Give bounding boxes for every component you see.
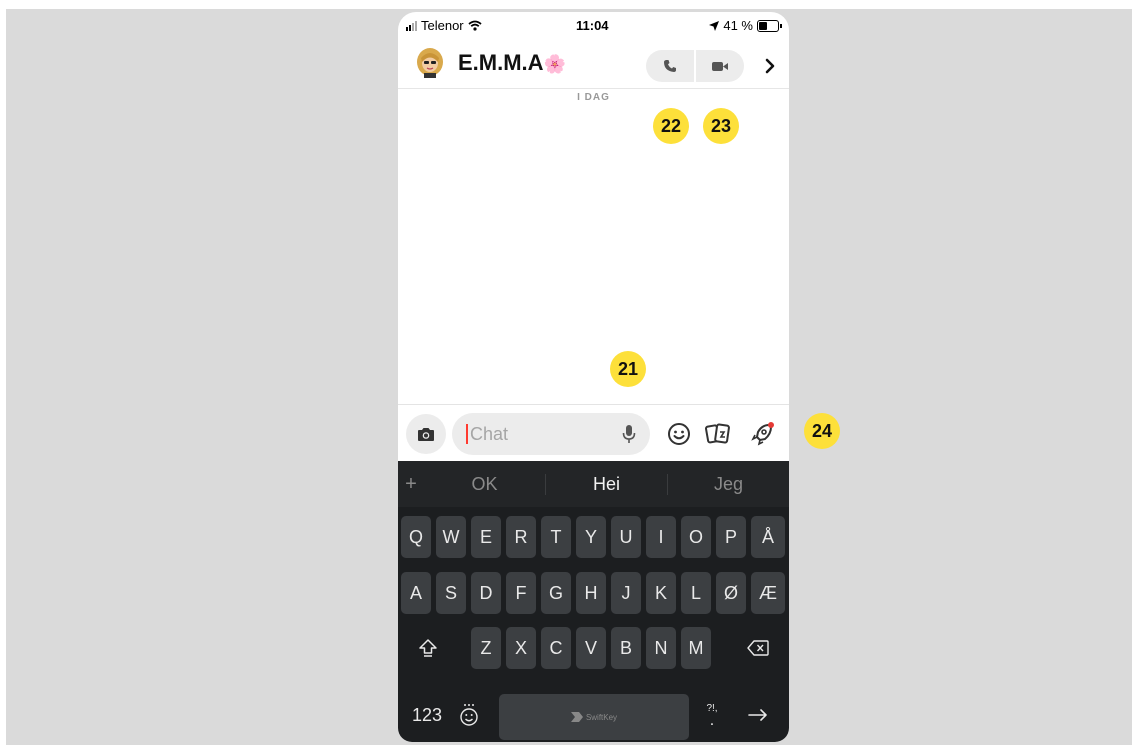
profile-chevron-button[interactable] [758, 52, 782, 80]
key[interactable]: V [576, 627, 606, 669]
chat-header: E.M.M.A🌸 [398, 42, 789, 89]
suggestion-3[interactable]: Jeg [668, 474, 789, 495]
key[interactable]: Ø [716, 572, 746, 614]
games-button[interactable] [748, 420, 776, 448]
suggestion-2[interactable]: Hei [545, 473, 668, 495]
contact-name-text: E.M.M.A [458, 50, 544, 75]
key[interactable]: U [611, 516, 641, 558]
backspace-icon [747, 640, 769, 656]
contact-name[interactable]: E.M.M.A🌸 [458, 50, 566, 76]
marker-21: 21 [610, 351, 646, 387]
backspace-key[interactable] [736, 627, 780, 669]
battery-icon [757, 19, 782, 32]
key[interactable]: O [681, 516, 711, 558]
key[interactable]: W [436, 516, 466, 558]
emoji-key-icon [460, 704, 478, 726]
numbers-key[interactable]: 123 [406, 694, 448, 736]
key[interactable]: S [436, 572, 466, 614]
date-divider: I DAG [577, 92, 610, 103]
swiftkey-brand: SwiftKey [570, 712, 618, 722]
space-key[interactable]: SwiftKey [499, 694, 689, 740]
key[interactable]: Q [401, 516, 431, 558]
phone-icon [664, 60, 676, 72]
key[interactable]: A [401, 572, 431, 614]
signal-icon [406, 20, 417, 31]
microphone-icon[interactable] [622, 424, 636, 444]
marker-23: 23 [703, 108, 739, 144]
camera-button[interactable] [406, 414, 446, 454]
text-caret [466, 424, 468, 444]
key[interactable]: R [506, 516, 536, 558]
video-call-button[interactable] [694, 50, 744, 82]
key[interactable]: Æ [751, 572, 785, 614]
call-buttons [646, 50, 744, 82]
cards-icon [705, 423, 730, 444]
key-row-3: Z X C V B N M [398, 627, 789, 671]
smiley-icon [668, 423, 690, 445]
marker-22: 22 [653, 108, 689, 144]
key[interactable]: B [611, 627, 641, 669]
keyboard: + OK Hei Jeg Q W E R T Y U I O P Å A S D… [398, 461, 789, 742]
key[interactable]: C [541, 627, 571, 669]
key[interactable]: P [716, 516, 746, 558]
carrier-info: Telenor [406, 18, 482, 33]
key[interactable]: M [681, 627, 711, 669]
swiftkey-logo-icon [570, 712, 583, 722]
suggestion-1[interactable]: OK [424, 474, 545, 495]
wifi-icon [468, 20, 482, 31]
swiftkey-label: SwiftKey [585, 712, 618, 722]
marker-24: 24 [804, 413, 840, 449]
key[interactable]: X [506, 627, 536, 669]
location-arrow-icon [709, 20, 720, 31]
voice-call-button[interactable] [646, 50, 694, 82]
chat-input[interactable] [470, 413, 610, 455]
chat-field[interactable] [452, 413, 650, 455]
battery-percent: 41 % [723, 18, 753, 33]
status-right: 41 % [709, 18, 782, 33]
emoji-key[interactable] [454, 694, 484, 736]
key-row-4: 123 SwiftKey ?!, . [398, 694, 789, 740]
chevron-right-icon [765, 58, 775, 74]
key[interactable]: Z [471, 627, 501, 669]
key[interactable]: Y [576, 516, 606, 558]
carrier-name: Telenor [421, 18, 464, 33]
chat-input-bar [398, 404, 789, 462]
key[interactable]: T [541, 516, 571, 558]
key-row-2: A S D F G H J K L Ø Æ [398, 572, 789, 616]
punctuation-main: . [709, 712, 715, 729]
shift-icon [419, 639, 437, 657]
key[interactable]: G [541, 572, 571, 614]
cards-button[interactable] [704, 420, 732, 448]
key[interactable]: N [646, 627, 676, 669]
punctuation-key[interactable]: ?!, . [698, 694, 726, 736]
camera-icon [418, 427, 434, 441]
flower-emoji: 🌸 [543, 54, 566, 74]
key[interactable]: K [646, 572, 676, 614]
shift-key[interactable] [406, 627, 450, 669]
rocket-icon [751, 422, 774, 446]
emoji-button[interactable] [665, 420, 693, 448]
key[interactable]: E [471, 516, 501, 558]
suggestion-plus-button[interactable]: + [398, 473, 424, 496]
return-arrow-icon [748, 709, 767, 721]
video-icon [712, 61, 728, 71]
avatar[interactable] [416, 48, 444, 78]
suggestion-bar: + OK Hei Jeg [398, 461, 789, 507]
key[interactable]: L [681, 572, 711, 614]
key[interactable]: I [646, 516, 676, 558]
clock: 11:04 [576, 18, 609, 33]
key[interactable]: Å [751, 516, 785, 558]
key[interactable]: H [576, 572, 606, 614]
return-key[interactable] [738, 694, 778, 736]
key-row-1: Q W E R T Y U I O P Å [398, 516, 789, 560]
key[interactable]: D [471, 572, 501, 614]
key[interactable]: J [611, 572, 641, 614]
status-bar: Telenor 11:04 41 % [398, 12, 789, 40]
key[interactable]: F [506, 572, 536, 614]
